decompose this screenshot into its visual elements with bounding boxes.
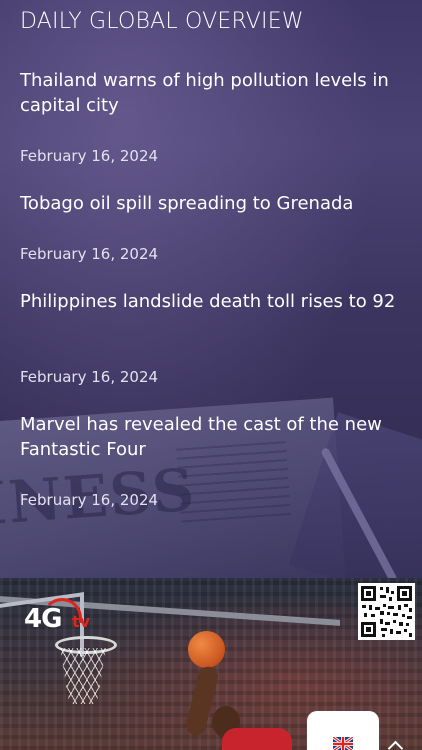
news-headline[interactable]: Philippines landslide death toll rises t… — [20, 289, 410, 314]
qr-code-graphic — [358, 583, 415, 640]
news-headline[interactable]: Tobago oil spill spreading to Grenada — [20, 191, 410, 216]
news-item[interactable]: Marvel has revealed the cast of the new … — [20, 412, 410, 509]
news-date: February 16, 2024 — [20, 368, 159, 386]
news-item[interactable]: Thailand warns of high pollution levels … — [20, 68, 410, 165]
qr-code-icon[interactable] — [358, 583, 415, 640]
basketball — [188, 631, 225, 668]
news-panel: INESS DAILY GLOBAL OVERVIEW Thailand war… — [0, 0, 422, 578]
uk-flag-icon — [333, 736, 353, 750]
news-headline[interactable]: Thailand warns of high pollution levels … — [20, 68, 410, 118]
video-player[interactable]: 4G tv — [0, 578, 422, 750]
news-item[interactable]: Tobago oil spill spreading to Grenada Fe… — [20, 191, 410, 263]
news-headline[interactable]: Marvel has revealed the cast of the new … — [20, 412, 410, 462]
news-item[interactable]: Philippines landslide death toll rises t… — [20, 289, 410, 386]
page-title: DAILY GLOBAL OVERVIEW — [20, 9, 304, 34]
4g-tv-logo-icon: 4G tv — [10, 598, 110, 642]
news-date: February 16, 2024 — [20, 245, 159, 263]
news-date: February 16, 2024 — [20, 491, 159, 509]
news-date: February 16, 2024 — [20, 147, 159, 165]
language-button[interactable] — [307, 711, 379, 750]
player-jersey — [222, 728, 292, 750]
